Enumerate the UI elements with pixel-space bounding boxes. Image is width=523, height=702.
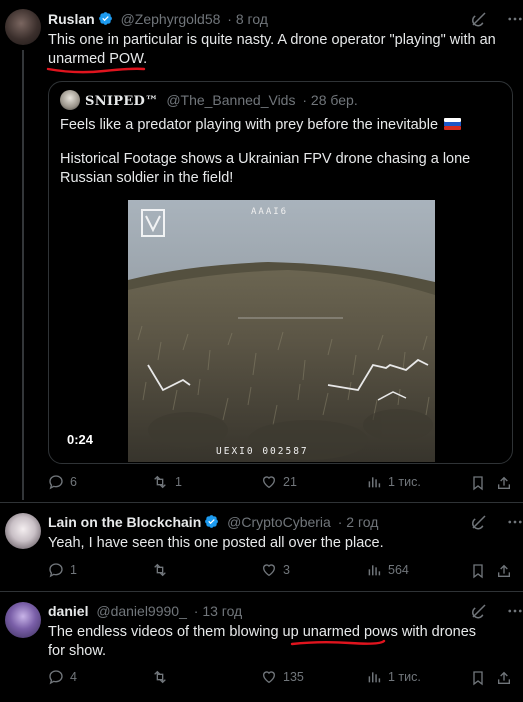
- repost-icon: [154, 670, 166, 684]
- reply-count: 1: [70, 563, 77, 577]
- like-icon: [262, 671, 276, 684]
- timestamp[interactable]: · 2 год: [338, 514, 379, 530]
- tweet-ruslan[interactable]: Ruslan @Zephyrgold58 · 8 год This one in…: [0, 0, 523, 502]
- repost-button[interactable]: 1: [151, 474, 182, 490]
- timestamp[interactable]: · 8 год: [227, 11, 268, 27]
- author-handle[interactable]: @daniel9990_: [96, 603, 187, 619]
- action-bar: 1 3 564: [48, 562, 513, 582]
- bookmark-icon[interactable]: [470, 475, 486, 491]
- video-osd-top: AAAI6: [251, 207, 288, 217]
- timestamp[interactable]: · 13 год: [194, 603, 242, 619]
- repost-count: 1: [175, 475, 182, 489]
- author-handle[interactable]: @Zephyrgold58: [121, 11, 221, 27]
- quote-text-line1: Feels like a predator playing with prey …: [60, 117, 439, 133]
- quote-timestamp[interactable]: · 28 бер.: [302, 92, 357, 108]
- action-bar: 4 135 1 тис.: [48, 669, 513, 689]
- share-icon[interactable]: [496, 563, 512, 579]
- reply-icon: [49, 670, 63, 685]
- views-count: 1 тис.: [388, 475, 421, 489]
- views-icon: [368, 477, 381, 488]
- views-button[interactable]: 1 тис.: [366, 474, 421, 490]
- like-icon: [262, 476, 276, 489]
- like-icon: [262, 564, 276, 577]
- like-button[interactable]: 135: [261, 669, 304, 685]
- video-frame: AAAI6 UEXI0 002587: [128, 200, 435, 462]
- russian-flag-icon: [444, 118, 462, 130]
- repost-icon: [154, 475, 166, 489]
- views-icon: [368, 672, 381, 683]
- video-duration: 0:24: [67, 432, 94, 447]
- grok-icon[interactable]: [470, 513, 488, 531]
- grok-icon[interactable]: [470, 602, 488, 620]
- share-icon[interactable]: [496, 670, 512, 686]
- bookmark-icon[interactable]: [470, 563, 486, 579]
- author-name[interactable]: Ruslan: [48, 11, 95, 27]
- tweet-text: Yeah, I have seen this one posted all ov…: [48, 535, 384, 551]
- verified-badge-icon: [205, 515, 219, 528]
- views-count: 564: [388, 563, 409, 577]
- like-button[interactable]: 3: [261, 562, 290, 578]
- video-osd-bottom: UEXI0 002587: [216, 446, 309, 457]
- bookmark-icon[interactable]: [470, 670, 486, 686]
- quote-avatar[interactable]: [60, 90, 80, 110]
- tweet-text-underlined: unarmed pows: [302, 624, 398, 640]
- reply-button[interactable]: 4: [48, 669, 77, 685]
- tweet-lain[interactable]: Lain on the Blockchain @CryptoCyberia · …: [0, 503, 523, 591]
- action-bar: 6 1 21 1 тис.: [48, 474, 513, 494]
- reply-icon: [49, 475, 63, 490]
- reply-count: 6: [70, 475, 77, 489]
- quote-author-name[interactable]: SNIPED™: [85, 94, 158, 109]
- video-player[interactable]: AAAI6 UEXI0 002587: [128, 200, 435, 462]
- reply-icon: [49, 563, 63, 578]
- tweet-text: The endless videos of them blowing up un…: [48, 623, 493, 661]
- repost-button[interactable]: [151, 562, 175, 578]
- like-button[interactable]: 21: [261, 474, 297, 490]
- repost-button[interactable]: [151, 669, 175, 685]
- views-count: 1 тис.: [388, 670, 421, 684]
- like-count: 3: [283, 563, 290, 577]
- views-button[interactable]: 1 тис.: [366, 669, 421, 685]
- thread-line: [22, 50, 24, 500]
- verified-badge-icon: [98, 12, 112, 25]
- author-name[interactable]: daniel: [48, 603, 88, 619]
- like-count: 135: [283, 670, 304, 684]
- avatar[interactable]: [5, 602, 41, 638]
- tweet-text-start: The endless videos of them blowing up: [48, 624, 303, 640]
- avatar[interactable]: [5, 513, 41, 549]
- reply-button[interactable]: 6: [48, 474, 77, 490]
- quote-text-line2: Historical Footage shows a Ukrainian FPV…: [60, 151, 471, 186]
- more-icon[interactable]: [506, 513, 523, 531]
- views-icon: [368, 565, 381, 576]
- repost-icon: [154, 563, 166, 577]
- share-icon[interactable]: [496, 475, 512, 491]
- avatar[interactable]: [5, 9, 41, 45]
- tweet-daniel[interactable]: daniel @daniel9990_ · 13 год The endless…: [0, 592, 523, 702]
- author-name[interactable]: Lain on the Blockchain: [48, 514, 201, 530]
- quoted-tweet-card[interactable]: SNIPED™ @The_Banned_Vids · 28 бер. Feels…: [48, 81, 513, 464]
- views-button[interactable]: 564: [366, 562, 409, 578]
- reply-button[interactable]: 1: [48, 562, 77, 578]
- author-handle[interactable]: @CryptoCyberia: [227, 514, 331, 530]
- like-count: 21: [283, 475, 297, 489]
- reply-count: 4: [70, 670, 77, 684]
- quote-author-handle[interactable]: @The_Banned_Vids: [166, 92, 295, 108]
- tweet-text: This one in particular is quite nasty. A…: [48, 32, 496, 67]
- more-icon[interactable]: [506, 10, 523, 28]
- more-icon[interactable]: [506, 602, 523, 620]
- grok-icon[interactable]: [470, 10, 488, 28]
